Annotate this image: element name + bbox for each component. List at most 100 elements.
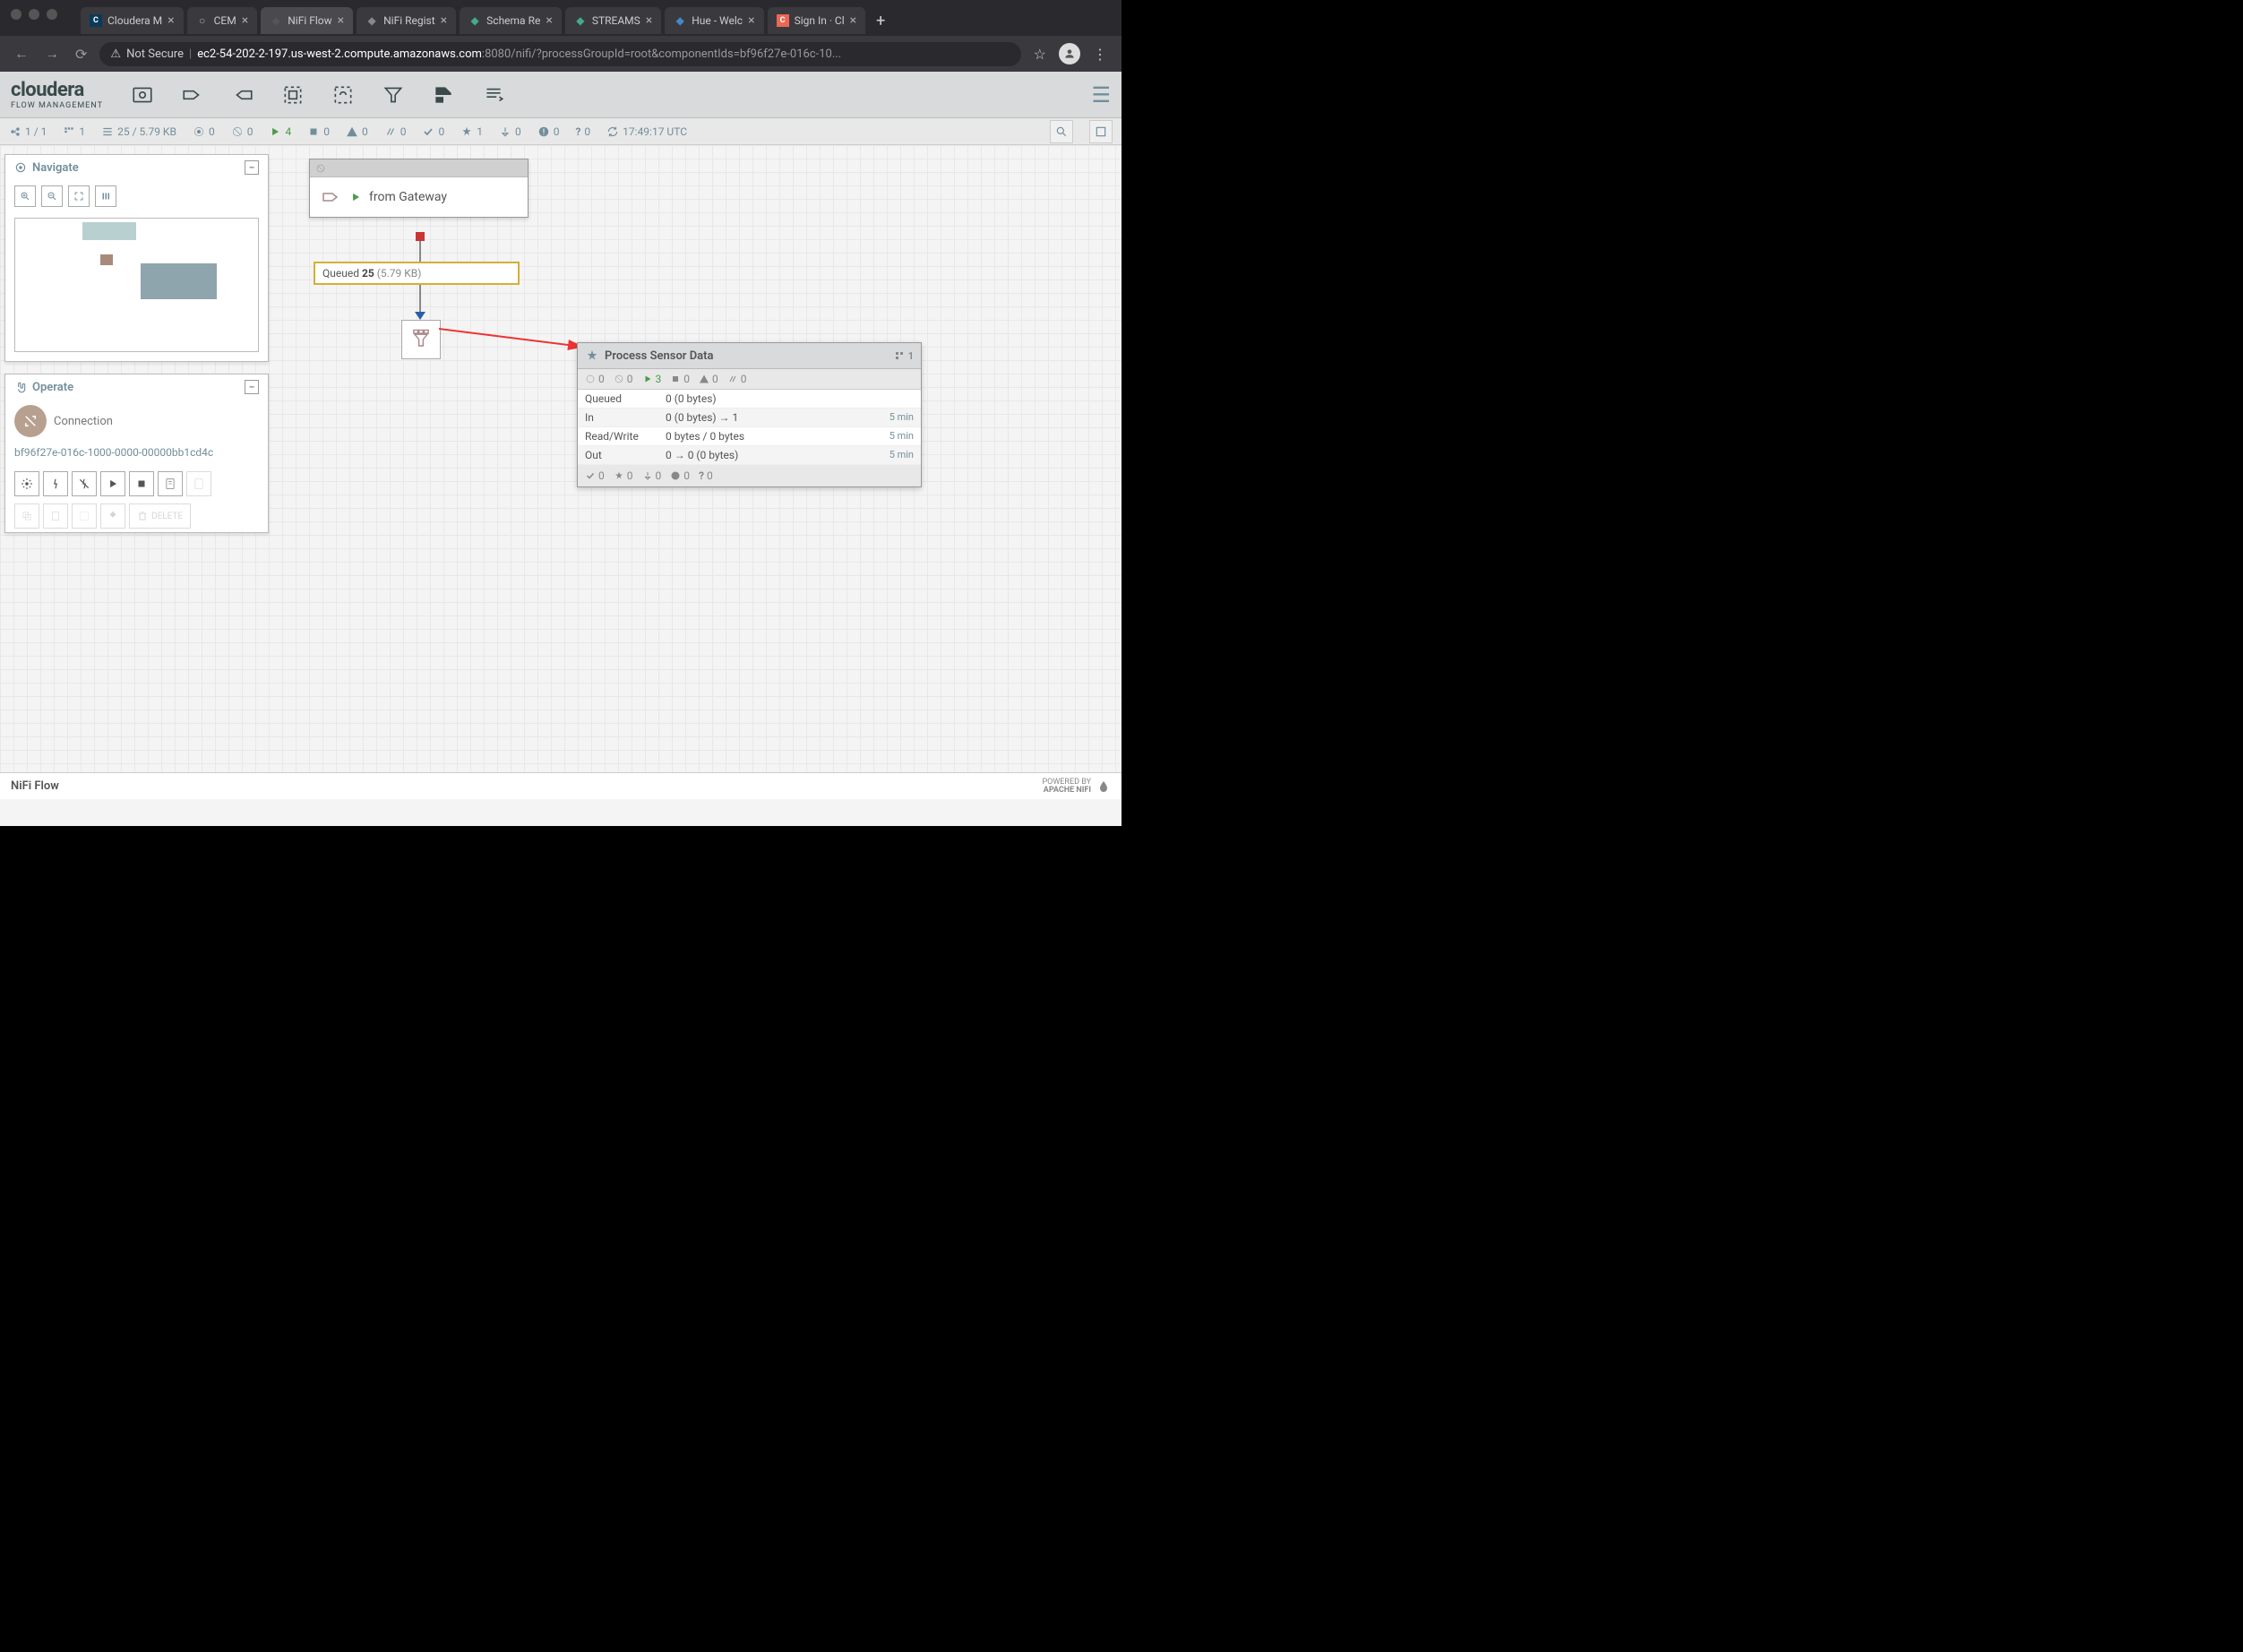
window-minimize[interactable]: [29, 9, 39, 20]
pg-syncfail: 0: [670, 469, 690, 482]
input-port-tool[interactable]: [180, 82, 205, 108]
tab-close-icon[interactable]: ×: [338, 13, 344, 28]
pg-invalid: 0: [699, 373, 718, 385]
breadcrumb-bar: NiFi Flow POWERED BY APACHE NIFI: [0, 772, 1122, 799]
fit-button[interactable]: [68, 185, 90, 207]
actual-size-button[interactable]: [95, 185, 116, 207]
pg-running: 3: [642, 373, 662, 385]
search-button[interactable]: [1050, 120, 1073, 143]
pg-header: Process Sensor Data 1: [578, 343, 921, 369]
status-disabled: 0: [384, 125, 407, 138]
template-button[interactable]: [158, 471, 183, 496]
tab-title: CEM: [214, 14, 236, 27]
funnel-node[interactable]: [401, 320, 441, 359]
status-refresh[interactable]: 17:49:17 UTC: [606, 125, 687, 138]
tab-close-icon[interactable]: ×: [168, 13, 174, 28]
navigate-panel-header[interactable]: Navigate −: [5, 155, 268, 180]
copy-button: [14, 503, 39, 529]
template-tool[interactable]: [431, 82, 456, 108]
profile-button[interactable]: [1059, 43, 1080, 65]
browser-menu-button[interactable]: ⋮: [1089, 42, 1111, 66]
creation-arrow: [439, 324, 591, 351]
connection-icon: [14, 405, 47, 437]
target-icon: [14, 161, 27, 174]
queue-label: Queued: [322, 267, 359, 280]
tab-title: Hue - Welc: [692, 14, 743, 27]
queue-node[interactable]: Queued 25 (5.79 KB): [314, 262, 520, 285]
zoom-out-button[interactable]: [41, 185, 63, 207]
collapse-button[interactable]: −: [245, 380, 259, 394]
tab-close-icon[interactable]: ×: [242, 13, 248, 28]
flow-canvas[interactable]: Navigate − Operate −: [0, 145, 1122, 799]
funnel-tool[interactable]: [381, 82, 406, 108]
bulletin-button[interactable]: [1089, 120, 1113, 143]
tab-close-icon[interactable]: ×: [546, 13, 552, 28]
window-close[interactable]: [11, 9, 21, 20]
pg-version: 1: [908, 350, 914, 362]
stop-button[interactable]: [129, 471, 154, 496]
pg-disabled: 0: [727, 373, 747, 385]
input-port-node[interactable]: from Gateway: [309, 159, 529, 218]
funnel-icon: [408, 327, 434, 352]
breadcrumb-root[interactable]: NiFi Flow: [11, 779, 59, 793]
version-icon: [894, 350, 905, 361]
tab-nifi-registry[interactable]: ◆NiFi Regist×: [357, 7, 456, 34]
connection-arrow: [415, 312, 425, 320]
nifi-drop-icon: [1096, 779, 1111, 794]
global-menu-button[interactable]: ☰: [1091, 82, 1111, 108]
start-button[interactable]: [100, 471, 125, 496]
new-tab-button[interactable]: +: [869, 8, 892, 34]
enable-button[interactable]: [43, 471, 68, 496]
logo-subtitle: FLOW MANAGEMENT: [11, 101, 103, 110]
tab-close-icon[interactable]: ×: [646, 13, 652, 28]
upload-button: [186, 471, 211, 496]
tab-signin[interactable]: CSign In · Cl×: [768, 7, 866, 34]
operate-panel-header[interactable]: Operate −: [5, 374, 268, 400]
address-field[interactable]: ⚠ Not Secure | ec2-54-202-2-197.us-west-…: [99, 42, 1020, 66]
tab-nifi-flow[interactable]: ◆NiFi Flow×: [261, 7, 353, 34]
disable-button[interactable]: [72, 471, 97, 496]
tab-close-icon[interactable]: ×: [850, 13, 856, 28]
status-groups: 1 / 1: [9, 125, 47, 138]
tab-streams[interactable]: ◆STREAMS×: [565, 7, 661, 34]
queue-size: (5.79 KB): [377, 267, 422, 280]
navigate-tools: [5, 180, 268, 212]
browser-chrome: CCloudera M× ○CEM× ◆NiFi Flow× ◆NiFi Reg…: [0, 0, 1122, 72]
tab-title: Schema Re: [486, 14, 540, 27]
tab-close-icon[interactable]: ×: [441, 13, 447, 28]
tab-schema[interactable]: ◆Schema Re×: [460, 7, 562, 34]
minimap[interactable]: [14, 218, 259, 352]
tab-cloudera[interactable]: CCloudera M×: [81, 7, 184, 34]
forward-button[interactable]: →: [41, 41, 63, 66]
operate-panel: Operate − Connection bf96f27e-016c-1000-…: [4, 374, 269, 533]
status-queued: 25 / 5.79 KB: [101, 125, 176, 138]
powered-by-name: APACHE NIFI: [1042, 787, 1091, 795]
label-tool[interactable]: [481, 82, 506, 108]
back-button[interactable]: ←: [11, 41, 32, 66]
component-toolbar: [130, 82, 506, 108]
pg-stats: Queued0 (0 bytes) In0 (0 bytes) → 15 min…: [578, 390, 921, 465]
color-button: [100, 503, 125, 529]
reload-button[interactable]: ⟳: [72, 42, 90, 66]
powered-by: POWERED BY APACHE NIFI: [1042, 779, 1111, 795]
tab-cem[interactable]: ○CEM×: [187, 7, 258, 34]
tab-close-icon[interactable]: ×: [748, 13, 754, 28]
configure-button[interactable]: [14, 471, 39, 496]
process-group-node[interactable]: Process Sensor Data 1 0 0 3 0 0 0 Queued…: [577, 342, 922, 487]
tab-hue[interactable]: ◆Hue - Welc×: [665, 7, 763, 34]
processor-tool[interactable]: [130, 82, 155, 108]
pg-footer: 0 0 0 0 ?0: [578, 465, 921, 486]
collapse-button[interactable]: −: [245, 160, 259, 175]
zoom-in-button[interactable]: [14, 185, 36, 207]
window-maximize[interactable]: [47, 9, 57, 20]
navigate-title: Navigate: [32, 161, 79, 175]
bookmark-button[interactable]: ☆: [1030, 42, 1050, 66]
play-icon: [349, 191, 362, 203]
group-button: [72, 503, 97, 529]
output-connector[interactable]: [416, 232, 425, 241]
status-uptodate: 0: [422, 125, 444, 138]
status-invalid: 0: [346, 125, 368, 138]
process-group-tool[interactable]: [280, 82, 305, 108]
output-port-tool[interactable]: [230, 82, 255, 108]
remote-group-tool[interactable]: [331, 82, 356, 108]
